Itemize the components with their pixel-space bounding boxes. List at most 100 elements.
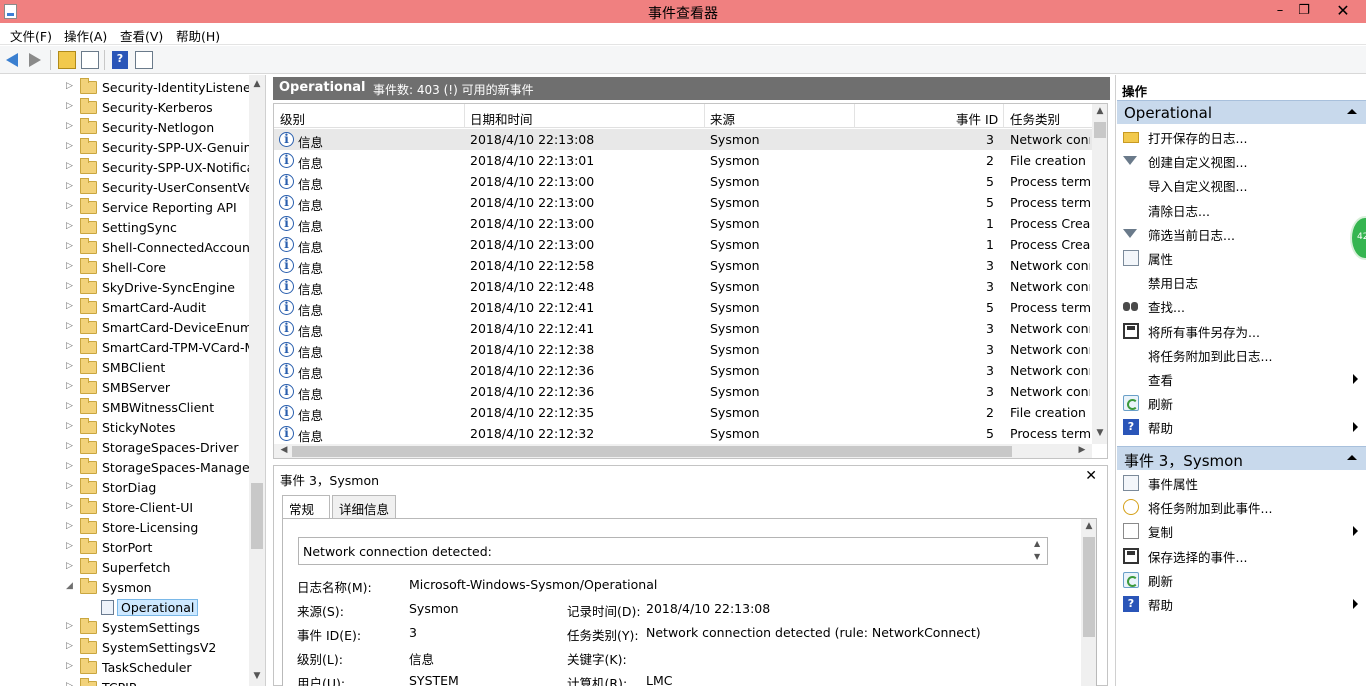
action-properties[interactable]: 属性: [1117, 246, 1366, 270]
expand-arrow-icon[interactable]: ▷: [66, 341, 73, 351]
expand-arrow-icon[interactable]: ▷: [66, 641, 73, 651]
tree-item[interactable]: ▷ StorageSpaces-Driver: [0, 438, 250, 458]
event-row[interactable]: i 信息 2018/4/10 22:12:41 Sysmon 3 Network conn: [274, 318, 1092, 339]
tree-item[interactable]: ▷ Store-Client-UI: [0, 498, 250, 518]
expand-arrow-icon[interactable]: ▷: [66, 501, 73, 511]
forward-arrow-icon[interactable]: [26, 51, 44, 69]
expand-arrow-icon[interactable]: ▷: [66, 261, 73, 271]
close-button[interactable]: ✕: [1325, 0, 1361, 23]
scroll-left-arrow-icon[interactable]: ◀: [276, 445, 292, 455]
expand-arrow-icon[interactable]: ▷: [66, 361, 73, 371]
expand-arrow-icon[interactable]: ▷: [66, 661, 73, 671]
tree-item[interactable]: ▷ SmartCard-TPM-VCard-M: [0, 338, 250, 358]
action-filter-current-log[interactable]: 筛选当前日志...: [1117, 222, 1366, 246]
tree-item-selected[interactable]: Operational: [0, 598, 250, 618]
tree-item[interactable]: ▷ StorPort: [0, 538, 250, 558]
expand-arrow-icon[interactable]: ▷: [66, 301, 73, 311]
event-list-vscroll[interactable]: ▲ ▼: [1092, 104, 1107, 444]
tree-item[interactable]: ▷ Shell-ConnectedAccountS: [0, 238, 250, 258]
tree-item[interactable]: ▷ SkyDrive-SyncEngine: [0, 278, 250, 298]
tree-item[interactable]: ▷ StickyNotes: [0, 418, 250, 438]
event-row[interactable]: i 信息 2018/4/10 22:13:00 Sysmon 5 Process term…: [274, 192, 1092, 213]
tree-item[interactable]: ▷ Security-SPP-UX-Genuine: [0, 138, 250, 158]
tree-scroll-thumb[interactable]: [251, 483, 263, 549]
collapse-arrow-icon[interactable]: ◢: [66, 581, 73, 591]
detail-close-icon[interactable]: ✕: [1085, 468, 1097, 484]
event-list-hscroll[interactable]: ◀ ▶: [274, 444, 1092, 458]
tab-details[interactable]: 详细信息: [332, 495, 396, 519]
action-attach-task-to-event[interactable]: 将任务附加到此事件...: [1117, 495, 1366, 519]
tree-item[interactable]: ▷ Security-UserConsentVeri: [0, 178, 250, 198]
tree-item[interactable]: ▷ TaskScheduler: [0, 658, 250, 678]
event-row[interactable]: i 信息 2018/4/10 22:13:08 Sysmon 3 Network conn: [274, 129, 1092, 150]
action-clear-log[interactable]: 清除日志...: [1117, 198, 1366, 222]
event-row[interactable]: i 信息 2018/4/10 22:12:35 Sysmon 2 File creatio…: [274, 402, 1092, 423]
expand-arrow-icon[interactable]: ▷: [66, 141, 73, 151]
expand-arrow-icon[interactable]: ▷: [66, 621, 73, 631]
expand-arrow-icon[interactable]: ▷: [66, 281, 73, 291]
event-row[interactable]: i 信息 2018/4/10 22:12:48 Sysmon 3 Network conn: [274, 276, 1092, 297]
tree-item[interactable]: ▷ SettingSync: [0, 218, 250, 238]
column-datetime[interactable]: 日期和时间: [470, 109, 533, 128]
tree-scroll-down-icon[interactable]: ▼: [249, 671, 265, 681]
expand-arrow-icon[interactable]: ▷: [66, 541, 73, 551]
tree-item[interactable]: ▷ Security-Kerberos: [0, 98, 250, 118]
tree-item[interactable]: ▷ Superfetch: [0, 558, 250, 578]
action-import-custom-view[interactable]: 导入自定义视图...: [1117, 173, 1366, 197]
action-section-log[interactable]: Operational: [1117, 100, 1366, 124]
tree-item[interactable]: ▷ Store-Licensing: [0, 518, 250, 538]
tree-item[interactable]: ▷ SystemSettings: [0, 618, 250, 638]
column-source[interactable]: 来源: [710, 109, 735, 128]
detail-vscroll[interactable]: ▲: [1081, 519, 1096, 686]
restore-button[interactable]: ❐: [1289, 0, 1319, 23]
back-arrow-icon[interactable]: [4, 51, 22, 69]
expand-arrow-icon[interactable]: ▷: [66, 521, 73, 531]
scroll-up-arrow-icon[interactable]: ▲: [1092, 106, 1107, 116]
action-disable-log[interactable]: 禁用日志: [1117, 270, 1366, 294]
tree-item[interactable]: ▷ SmartCard-Audit: [0, 298, 250, 318]
action-find[interactable]: 查找...: [1117, 294, 1366, 318]
tree-vscroll[interactable]: ▲ ▼: [249, 75, 265, 686]
tree-item[interactable]: ▷ SystemSettingsV2: [0, 638, 250, 658]
detail-scroll-up-icon[interactable]: ▲: [1081, 521, 1096, 531]
tree-item[interactable]: ▷ SMBClient: [0, 358, 250, 378]
message-scroll-up-icon[interactable]: ▲: [1034, 539, 1040, 548]
column-level[interactable]: 级别: [280, 109, 305, 128]
menu-action[interactable]: 操作(A): [64, 26, 107, 45]
expand-arrow-icon[interactable]: ▷: [66, 101, 73, 111]
event-row[interactable]: i 信息 2018/4/10 22:12:58 Sysmon 3 Network conn: [274, 255, 1092, 276]
event-row[interactable]: i 信息 2018/4/10 22:13:00 Sysmon 1 Process Crea…: [274, 213, 1092, 234]
event-row[interactable]: i 信息 2018/4/10 22:12:36 Sysmon 3 Network conn: [274, 360, 1092, 381]
expand-arrow-icon[interactable]: ▷: [66, 321, 73, 331]
action-refresh[interactable]: 刷新: [1117, 391, 1366, 415]
expand-arrow-icon[interactable]: ▷: [66, 161, 73, 171]
tree-item[interactable]: ▷ Shell-Core: [0, 258, 250, 278]
show-hide-tree-icon[interactable]: [81, 51, 99, 69]
menu-view[interactable]: 查看(V): [120, 26, 163, 45]
tree-item[interactable]: ▷ SMBWitnessClient: [0, 398, 250, 418]
expand-arrow-icon[interactable]: ▷: [66, 81, 73, 91]
collapse-up-icon[interactable]: [1347, 455, 1357, 460]
show-hide-action-pane-icon[interactable]: [135, 51, 153, 69]
tree-item[interactable]: ▷ StorDiag: [0, 478, 250, 498]
event-row[interactable]: i 信息 2018/4/10 22:13:00 Sysmon 5 Process term…: [274, 171, 1092, 192]
event-row[interactable]: i 信息 2018/4/10 22:12:32 Sysmon 5 Process term…: [274, 423, 1092, 444]
event-row[interactable]: i 信息 2018/4/10 22:13:00 Sysmon 1 Process Crea…: [274, 234, 1092, 255]
action-event-properties[interactable]: 事件属性: [1117, 471, 1366, 495]
event-row[interactable]: i 信息 2018/4/10 22:12:41 Sysmon 5 Process term…: [274, 297, 1092, 318]
expand-arrow-icon[interactable]: ▷: [66, 381, 73, 391]
tree-item[interactable]: ▷ Service Reporting API: [0, 198, 250, 218]
action-help[interactable]: ? 帮助: [1117, 415, 1366, 439]
tree-item[interactable]: ▷ Security-Netlogon: [0, 118, 250, 138]
action-refresh-event[interactable]: 刷新: [1117, 568, 1366, 592]
tree-item[interactable]: ▷ SMBServer: [0, 378, 250, 398]
message-scroll-down-icon[interactable]: ▼: [1034, 552, 1040, 561]
expand-arrow-icon[interactable]: ▷: [66, 681, 73, 686]
action-save-all-events-as[interactable]: 将所有事件另存为...: [1117, 319, 1366, 343]
tab-general[interactable]: 常规: [282, 495, 330, 520]
action-help-event[interactable]: ? 帮助: [1117, 592, 1366, 616]
event-row[interactable]: i 信息 2018/4/10 22:12:38 Sysmon 3 Network conn: [274, 339, 1092, 360]
scroll-down-arrow-icon[interactable]: ▼: [1092, 428, 1107, 438]
column-task-category[interactable]: 任务类别: [1010, 109, 1060, 128]
expand-arrow-icon[interactable]: ▷: [66, 481, 73, 491]
